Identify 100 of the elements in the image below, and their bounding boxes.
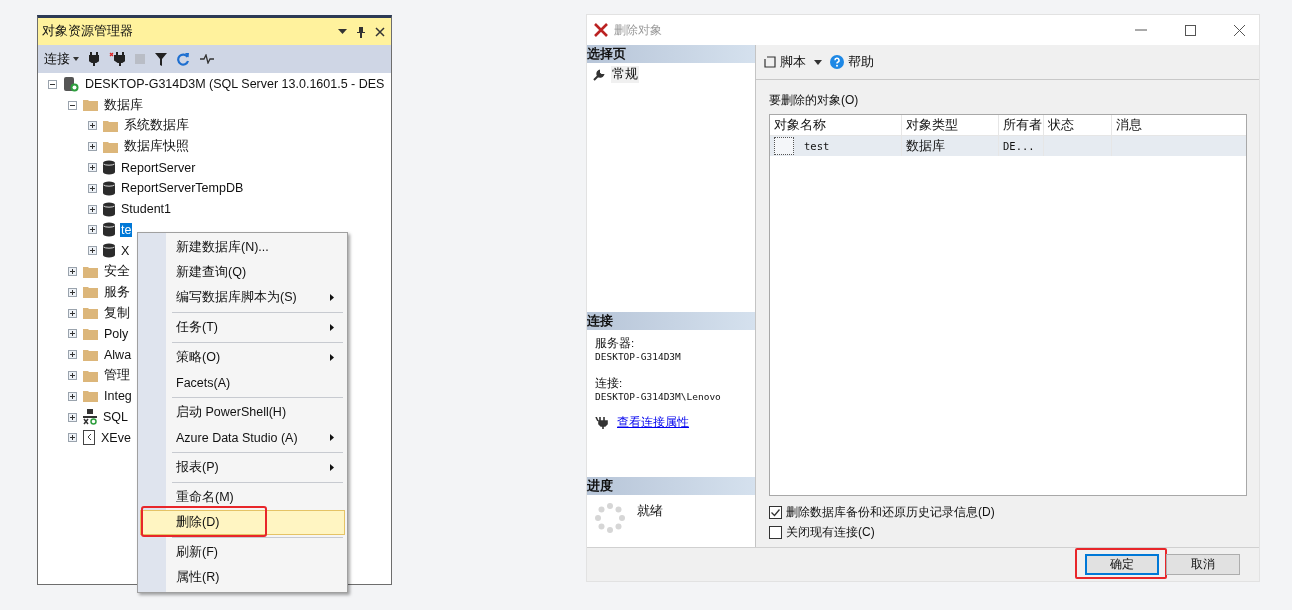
- expander-icon[interactable]: [68, 329, 77, 339]
- menu-item[interactable]: 新建数据库(N)...: [140, 235, 345, 260]
- column-header[interactable]: 状态: [1044, 115, 1112, 135]
- menu-item[interactable]: Facets(A): [140, 370, 345, 395]
- dropdown-icon[interactable]: [814, 59, 822, 65]
- tree-item[interactable]: Student1: [120, 202, 173, 217]
- expander-icon[interactable]: [68, 100, 77, 110]
- tree-item[interactable]: 安全: [103, 263, 131, 281]
- menu-item[interactable]: 启动 PowerShell(H): [140, 400, 345, 425]
- column-header[interactable]: 对象名称: [770, 115, 902, 135]
- row-selector[interactable]: [774, 137, 794, 155]
- column-header[interactable]: 所有者: [999, 115, 1044, 135]
- menu-item[interactable]: 新建查询(Q): [140, 260, 345, 285]
- maximize-icon[interactable]: [1185, 24, 1196, 36]
- tree-item[interactable]: 系统数据库: [123, 117, 190, 135]
- tree-item[interactable]: 管理: [103, 367, 131, 385]
- pin-icon[interactable]: [357, 25, 365, 38]
- tree-item[interactable]: 服务: [103, 283, 131, 301]
- expander-icon[interactable]: [68, 308, 77, 318]
- server-label: 服务器:: [595, 336, 636, 351]
- menu-item[interactable]: 删除(D): [140, 510, 345, 535]
- delete-icon: [594, 23, 608, 37]
- tree-item[interactable]: XEve: [100, 430, 132, 445]
- help-button[interactable]: 帮助: [830, 53, 874, 71]
- expander-icon[interactable]: [88, 121, 97, 131]
- database-icon: [103, 222, 115, 238]
- tree-item[interactable]: DESKTOP-G314D3M (SQL Server 13.0.1601.5 - DES: [84, 77, 386, 92]
- disconnect-icon[interactable]: [109, 52, 125, 66]
- dropdown-icon[interactable]: [338, 28, 347, 35]
- expander-icon[interactable]: [88, 142, 97, 152]
- close-icon[interactable]: [1234, 24, 1245, 36]
- submenu-arrow-icon: [330, 434, 334, 441]
- page-item[interactable]: 常规: [611, 66, 639, 83]
- expander-icon[interactable]: [68, 287, 77, 297]
- tree-item[interactable]: 数据库: [103, 96, 144, 114]
- expander-icon[interactable]: [48, 79, 57, 89]
- folder-icon: [83, 286, 98, 299]
- column-header[interactable]: 对象类型: [902, 115, 999, 135]
- checkbox-label: 删除数据库备份和还原历史记录信息(D): [786, 503, 995, 521]
- tree-item[interactable]: Integ: [103, 389, 133, 404]
- checkbox[interactable]: [769, 525, 782, 539]
- expander-icon[interactable]: [88, 183, 97, 193]
- help-icon: [830, 55, 844, 69]
- folder-icon: [83, 99, 98, 112]
- table-cell: test: [804, 140, 830, 152]
- expander-icon[interactable]: [68, 267, 77, 277]
- menu-item[interactable]: 策略(O): [140, 345, 345, 370]
- menu-item[interactable]: 刷新(F): [140, 540, 345, 565]
- tree-item[interactable]: ReportServer: [120, 160, 197, 175]
- menu-item[interactable]: 任务(T): [140, 315, 345, 340]
- tree-item[interactable]: X: [120, 243, 131, 258]
- connection-properties-link[interactable]: 查看连接属性: [617, 414, 689, 431]
- menu-item[interactable]: Azure Data Studio (A): [140, 425, 345, 450]
- menu-item[interactable]: 编写数据库脚本为(S): [140, 285, 345, 310]
- folder-icon: [83, 327, 98, 340]
- activity-icon[interactable]: [200, 54, 214, 64]
- column-header[interactable]: 消息: [1112, 115, 1246, 135]
- menu-item[interactable]: 重命名(M): [140, 485, 345, 510]
- expander-icon[interactable]: [68, 391, 77, 401]
- menu-item[interactable]: 报表(P): [140, 455, 345, 480]
- expander-icon[interactable]: [88, 163, 97, 173]
- tree-item[interactable]: Poly: [103, 326, 130, 341]
- event-icon: [83, 430, 95, 446]
- grid-row[interactable]: test 数据库 DE...: [770, 136, 1246, 156]
- folder-icon: [83, 348, 98, 361]
- database-icon: [103, 160, 115, 176]
- tree-item[interactable]: 复制: [103, 304, 131, 322]
- section-header: 进度: [587, 477, 755, 495]
- expander-icon[interactable]: [88, 225, 97, 235]
- dialog-button[interactable]: 取消: [1166, 554, 1240, 575]
- menu-item[interactable]: 属性(R): [140, 565, 345, 590]
- submenu-arrow-icon: [330, 324, 334, 331]
- tree-item[interactable]: 数据库快照: [123, 138, 190, 156]
- spinner-icon: [595, 503, 625, 533]
- checkbox-label: 关闭现有连接(C): [786, 523, 875, 541]
- expander-icon[interactable]: [68, 371, 77, 381]
- close-icon[interactable]: [375, 26, 385, 37]
- refresh-icon[interactable]: [177, 52, 190, 66]
- folder-icon: [83, 307, 98, 320]
- expander-icon[interactable]: [68, 433, 77, 443]
- folder-icon: [83, 369, 98, 382]
- submenu-arrow-icon: [330, 464, 334, 471]
- tree-item[interactable]: te: [120, 222, 133, 237]
- plug-icon[interactable]: [89, 52, 99, 66]
- tree-item[interactable]: SQL: [102, 410, 129, 425]
- expander-icon[interactable]: [88, 246, 97, 256]
- connection-name: DESKTOP-G314D3M\Lenovo: [595, 391, 722, 402]
- expander-icon[interactable]: [68, 412, 77, 422]
- script-button[interactable]: 脚本: [764, 53, 806, 71]
- tree-item[interactable]: ReportServerTempDB: [120, 181, 245, 196]
- dialog-button[interactable]: 确定: [1085, 554, 1159, 575]
- connection-label: 连接:: [595, 376, 624, 391]
- connect-button[interactable]: 连接: [44, 50, 79, 68]
- filter-icon[interactable]: [155, 52, 167, 66]
- tree-item[interactable]: Alwa: [103, 347, 133, 362]
- folder-icon: [83, 390, 98, 403]
- section-header: 连接: [587, 312, 755, 330]
- checkbox[interactable]: [769, 505, 782, 519]
- expander-icon[interactable]: [68, 350, 77, 360]
- expander-icon[interactable]: [88, 204, 97, 214]
